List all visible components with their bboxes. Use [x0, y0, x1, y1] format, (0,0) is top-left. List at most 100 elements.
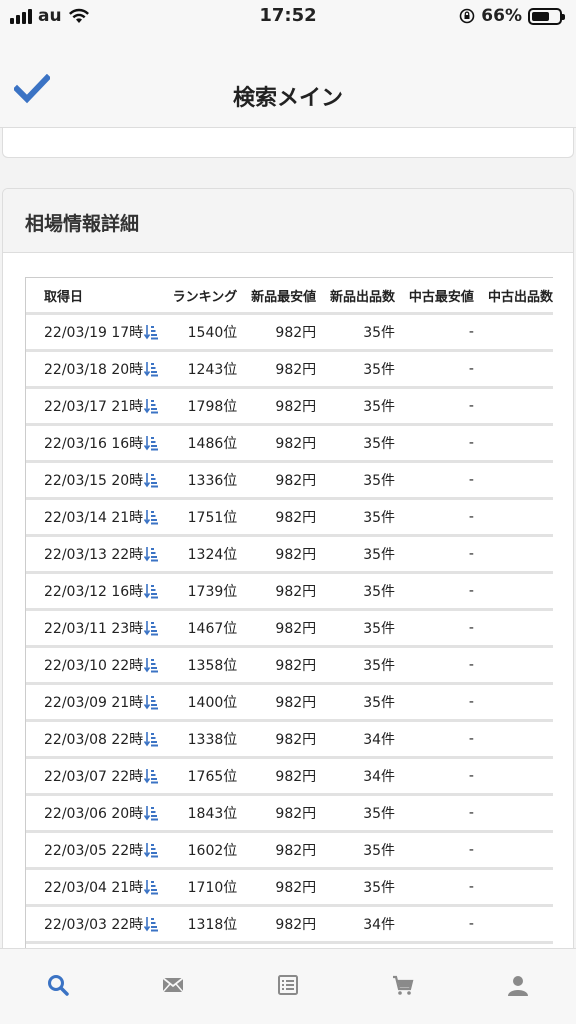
sort-amount-down-icon[interactable] [144, 509, 159, 525]
date-text: 22/03/18 20時 [44, 362, 144, 378]
table-header-row: 取得日 ランキング 新品最安値 新品出品数 中古最安値 中古出品数 [26, 278, 553, 315]
cell-new-price: 982円 [275, 325, 317, 341]
table-row[interactable]: 22/03/08 22時 1338位 982円 34件 - [26, 722, 553, 759]
table-row[interactable]: 22/03/12 16時 1739位 982円 35件 - [26, 574, 553, 611]
tab-list[interactable] [230, 949, 345, 1024]
cell-date: 22/03/18 20時 [26, 359, 166, 379]
tab-user[interactable] [461, 949, 576, 1024]
cell-date: 22/03/03 22時 [26, 914, 166, 934]
cell-used-price: - [468, 361, 474, 377]
cell-new-price: 982円 [275, 473, 317, 489]
date-text: 22/03/11 23時 [44, 621, 144, 637]
cell-new-count: 35件 [363, 547, 396, 563]
cell-new-price: 982円 [275, 732, 317, 748]
cell-used-price: - [468, 472, 474, 488]
battery-icon [528, 7, 565, 25]
table-row[interactable]: 22/03/06 20時 1843位 982円 35件 - [26, 796, 553, 833]
cell-date: 22/03/15 20時 [26, 470, 166, 490]
table-row[interactable]: 22/03/10 22時 1358位 982円 35件 - [26, 648, 553, 685]
col-header-new-count: 新品出品数 [330, 289, 396, 305]
sort-amount-down-icon[interactable] [144, 768, 159, 784]
cell-date: 22/03/14 21時 [26, 507, 166, 527]
list-icon [278, 975, 298, 995]
date-text: 22/03/13 22時 [44, 547, 144, 563]
sort-amount-down-icon[interactable] [144, 620, 159, 636]
cell-used-price: - [468, 546, 474, 562]
cell-new-count: 35件 [363, 399, 396, 415]
table-row[interactable]: 22/03/13 22時 1324位 982円 35件 - [26, 537, 553, 574]
cell-new-price: 982円 [275, 436, 317, 452]
cell-used-price: - [468, 805, 474, 821]
table-row[interactable]: 22/03/15 20時 1336位 982円 35件 - [26, 463, 553, 500]
sort-amount-down-icon[interactable] [144, 435, 159, 451]
sort-amount-down-icon[interactable] [144, 657, 159, 673]
table-row[interactable]: 22/03/04 21時 1710位 982円 35件 - [26, 870, 553, 907]
cell-new-price: 982円 [275, 547, 317, 563]
table-row[interactable]: 22/03/17 21時 1798位 982円 35件 - [26, 389, 553, 426]
sort-amount-down-icon[interactable] [144, 842, 159, 858]
date-text: 22/03/12 16時 [44, 584, 144, 600]
cell-used-price: - [468, 509, 474, 525]
cell-used-price: - [468, 694, 474, 710]
table-row[interactable]: 22/03/05 22時 1602位 982円 35件 - [26, 833, 553, 870]
table-row[interactable]: 22/03/16 16時 1486位 982円 35件 - [26, 426, 553, 463]
table-row[interactable]: 22/03/18 20時 1243位 982円 35件 - [26, 352, 553, 389]
cell-date: 22/03/17 21時 [26, 396, 166, 416]
cell-used-price: - [468, 620, 474, 636]
cell-new-count: 35件 [363, 658, 396, 674]
sort-amount-down-icon[interactable] [144, 916, 159, 932]
cell-ranking: 1243位 [187, 362, 238, 378]
date-text: 22/03/19 17時 [44, 325, 144, 341]
status-bar: au 17:52 66% [0, 0, 576, 32]
table-row[interactable]: 22/03/03 22時 1318位 982円 34件 - [26, 907, 553, 944]
cell-new-price: 982円 [275, 658, 317, 674]
sort-amount-down-icon[interactable] [144, 472, 159, 488]
cell-ranking: 1400位 [187, 695, 238, 711]
sort-amount-down-icon[interactable] [144, 546, 159, 562]
sort-amount-down-icon[interactable] [144, 583, 159, 599]
table-row[interactable]: 22/03/14 21時 1751位 982円 35件 - [26, 500, 553, 537]
search-icon [47, 975, 69, 996]
cell-date: 22/03/16 16時 [26, 433, 166, 453]
tab-mail[interactable] [115, 949, 230, 1024]
table-row[interactable]: 22/03/11 23時 1467位 982円 35件 - [26, 611, 553, 648]
cell-ranking: 1338位 [187, 732, 238, 748]
sort-amount-down-icon[interactable] [144, 805, 159, 821]
table-row[interactable]: 22/03/19 17時 1540位 982円 35件 - [26, 315, 553, 352]
cell-new-price: 982円 [275, 695, 317, 711]
cart-icon [393, 975, 414, 995]
cell-ranking: 1798位 [187, 399, 238, 415]
date-text: 22/03/08 22時 [44, 732, 144, 748]
sort-amount-down-icon[interactable] [144, 361, 159, 377]
date-text: 22/03/10 22時 [44, 658, 144, 674]
sort-amount-down-icon[interactable] [144, 694, 159, 710]
sort-amount-down-icon[interactable] [144, 398, 159, 414]
cell-used-price: - [468, 768, 474, 784]
sort-amount-down-icon[interactable] [144, 324, 159, 340]
user-icon [508, 976, 529, 996]
cell-date: 22/03/19 17時 [26, 322, 166, 342]
cell-new-count: 34件 [363, 769, 396, 785]
cell-new-count: 35件 [363, 584, 396, 600]
cell-date: 22/03/04 21時 [26, 877, 166, 897]
sort-amount-down-icon[interactable] [144, 879, 159, 895]
market-table[interactable]: 取得日 ランキング 新品最安値 新品出品数 中古最安値 中古出品数 22/03/… [25, 277, 553, 967]
date-text: 22/03/14 21時 [44, 510, 144, 526]
sort-amount-down-icon[interactable] [144, 731, 159, 747]
tab-search[interactable] [0, 949, 115, 1024]
cell-used-price: - [468, 398, 474, 414]
table-row[interactable]: 22/03/09 21時 1400位 982円 35件 - [26, 685, 553, 722]
col-header-date: 取得日 [44, 289, 84, 305]
cell-new-price: 982円 [275, 769, 317, 785]
tab-cart[interactable] [346, 949, 461, 1024]
battery-percent: 66% [481, 6, 522, 26]
cell-new-count: 35件 [363, 806, 396, 822]
cell-used-price: - [468, 324, 474, 340]
cell-date: 22/03/11 23時 [26, 618, 166, 638]
cell-date: 22/03/09 21時 [26, 692, 166, 712]
cell-ranking: 1540位 [187, 325, 238, 341]
cell-date: 22/03/05 22時 [26, 840, 166, 860]
table-row[interactable]: 22/03/07 22時 1765位 982円 34件 - [26, 759, 553, 796]
cell-date: 22/03/07 22時 [26, 766, 166, 786]
col-header-used-count: 中古出品数 [487, 289, 553, 305]
